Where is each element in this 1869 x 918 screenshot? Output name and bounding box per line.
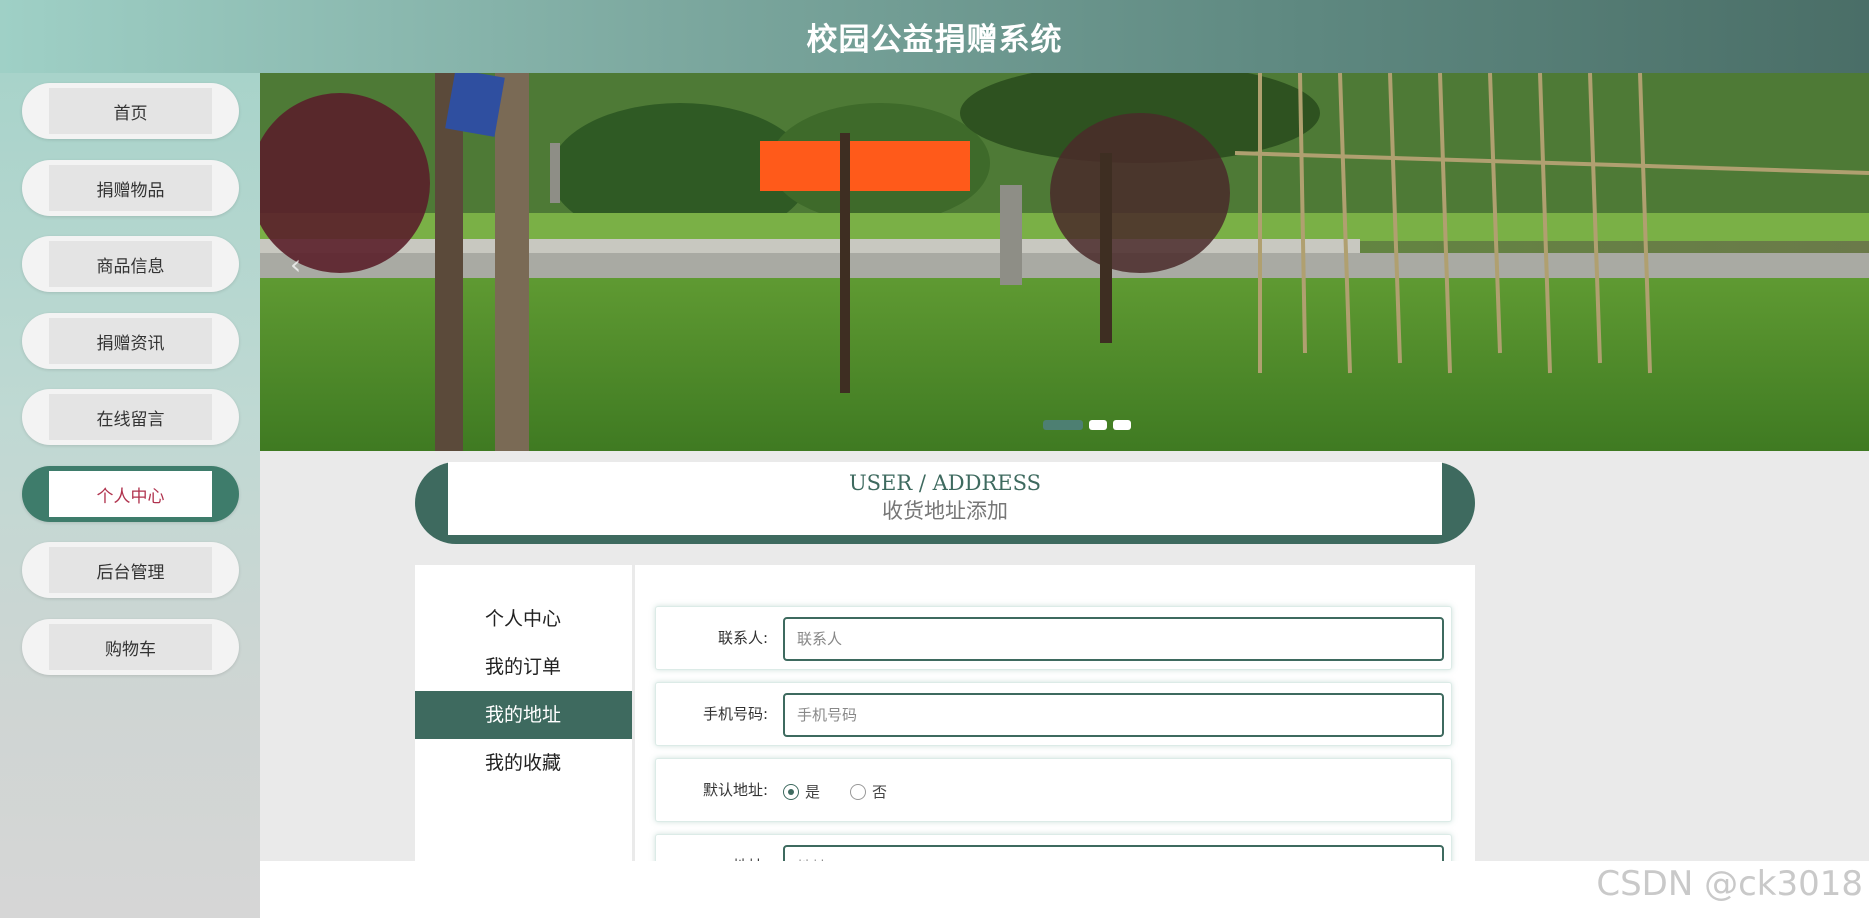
phone-input[interactable] bbox=[783, 693, 1444, 737]
sidebar-item-messages[interactable]: 在线留言 bbox=[22, 389, 239, 445]
sidebar-item-label: 捐赠物品 bbox=[49, 165, 212, 211]
default-address-label: 默认地址: bbox=[702, 781, 768, 799]
contact-input[interactable] bbox=[783, 617, 1444, 661]
radio-yes[interactable] bbox=[783, 783, 799, 800]
section-title-box: USER / ADDRESS 收货地址添加 bbox=[415, 462, 1475, 544]
address-panel: 个人中心 我的订单 我的地址 我的收藏 联系人: 手机号码: 默认地址: bbox=[415, 565, 1475, 898]
carousel-dot[interactable] bbox=[1043, 420, 1083, 430]
phone-row: 手机号码: bbox=[655, 682, 1452, 746]
carousel-dots bbox=[1043, 420, 1131, 430]
sidebar-item-label: 后台管理 bbox=[49, 547, 212, 593]
user-menu: 个人中心 我的订单 我的地址 我的收藏 bbox=[415, 565, 635, 861]
banner-carousel[interactable]: ‹ bbox=[260, 73, 1869, 451]
contact-label: 联系人: bbox=[717, 629, 768, 647]
sidebar: 首页 捐赠物品 商品信息 捐赠资讯 在线留言 个人中心 后台管理 购物车 bbox=[0, 73, 260, 918]
main-content: USER / ADDRESS 收货地址添加 个人中心 我的订单 我的地址 我的收… bbox=[260, 451, 1869, 898]
sidebar-item-admin[interactable]: 后台管理 bbox=[22, 542, 239, 598]
radio-no-label: 否 bbox=[872, 783, 888, 801]
banner-prev-arrow[interactable]: ‹ bbox=[290, 248, 301, 281]
sidebar-item-label: 商品信息 bbox=[49, 241, 212, 287]
sidebar-item-home[interactable]: 首页 bbox=[22, 83, 239, 139]
watermark: CSDN @ck3018 bbox=[1596, 864, 1863, 904]
sidebar-item-donations[interactable]: 捐赠物品 bbox=[22, 160, 239, 216]
site-title: 校园公益捐赠系统 bbox=[806, 22, 1063, 58]
section-title-inner: USER / ADDRESS 收货地址添加 bbox=[448, 462, 1442, 535]
sidebar-item-label: 个人中心 bbox=[49, 471, 212, 517]
sidebar-item-label: 首页 bbox=[49, 88, 212, 134]
header: 校园公益捐赠系统 bbox=[0, 0, 1869, 73]
user-menu-favorites[interactable]: 我的收藏 bbox=[415, 739, 632, 787]
sidebar-item-label: 在线留言 bbox=[49, 394, 212, 440]
user-menu-profile[interactable]: 个人中心 bbox=[415, 595, 632, 643]
default-address-radios: 是 否 bbox=[783, 781, 887, 802]
banner-image bbox=[260, 73, 1869, 451]
radio-no[interactable] bbox=[850, 783, 867, 800]
carousel-dot[interactable] bbox=[1089, 420, 1107, 430]
sidebar-item-user-center[interactable]: 个人中心 bbox=[22, 466, 239, 522]
user-menu-orders[interactable]: 我的订单 bbox=[415, 643, 632, 691]
contact-row: 联系人: bbox=[655, 606, 1452, 670]
sidebar-item-label: 购物车 bbox=[49, 624, 212, 670]
sidebar-item-label: 捐赠资讯 bbox=[49, 318, 212, 364]
sidebar-item-news[interactable]: 捐赠资讯 bbox=[22, 313, 239, 369]
carousel-dot[interactable] bbox=[1113, 420, 1131, 430]
sidebar-item-cart[interactable]: 购物车 bbox=[22, 619, 239, 675]
sidebar-item-products[interactable]: 商品信息 bbox=[22, 236, 239, 292]
phone-label: 手机号码: bbox=[702, 705, 768, 723]
page: 校园公益捐赠系统 首页 捐赠物品 商品信息 捐赠资讯 在线留言 个人中心 后台管… bbox=[0, 0, 1869, 918]
default-address-row: 默认地址: 是 否 bbox=[655, 758, 1452, 822]
radio-yes-label: 是 bbox=[805, 783, 821, 801]
section-title-cn: 收货地址添加 bbox=[882, 499, 1008, 523]
user-menu-address[interactable]: 我的地址 bbox=[415, 691, 632, 739]
section-title-en: USER / ADDRESS bbox=[848, 471, 1042, 495]
